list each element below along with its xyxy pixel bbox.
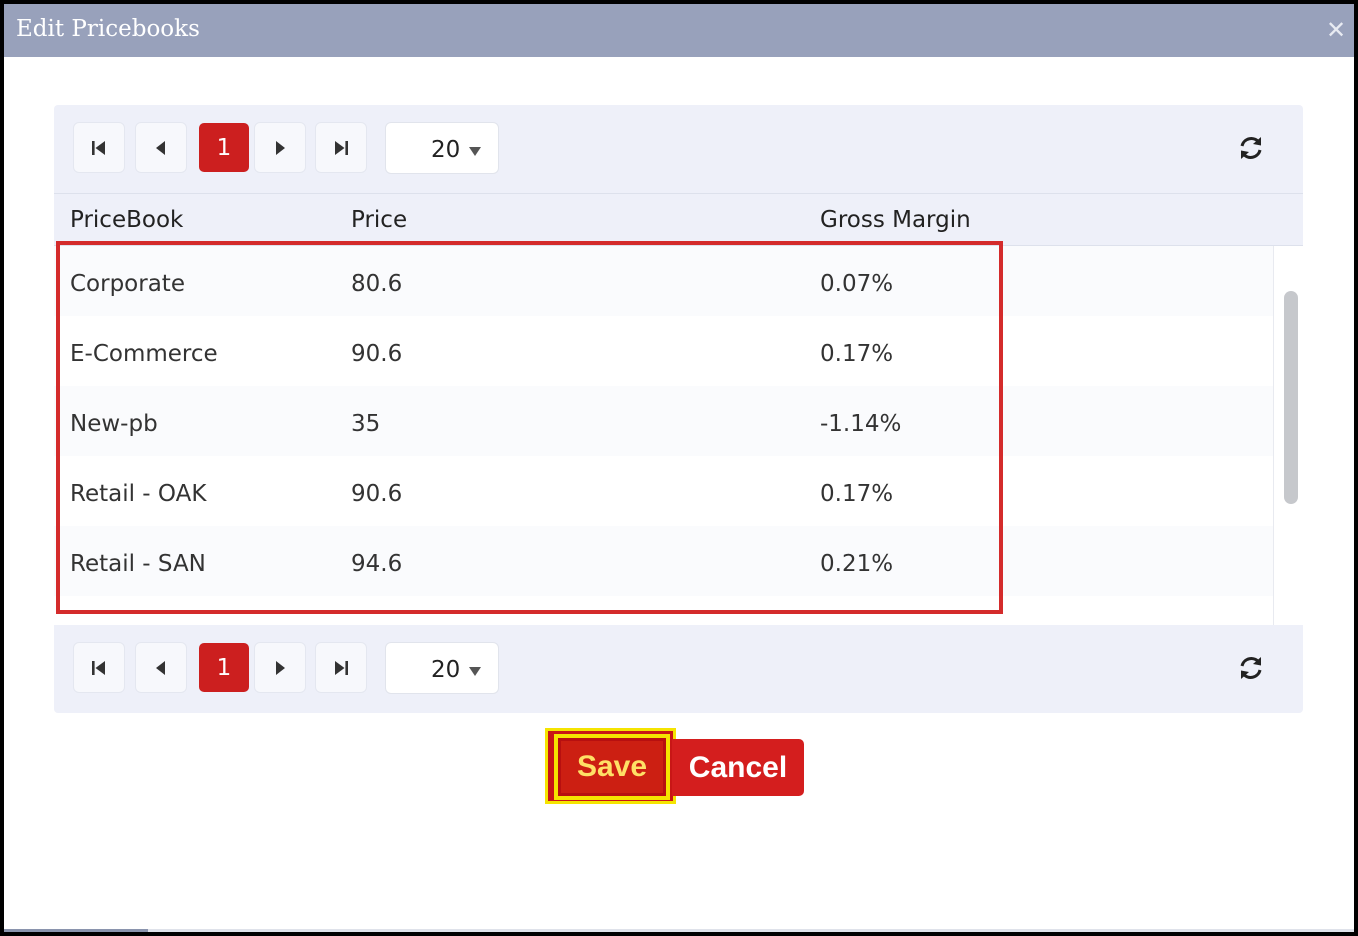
cell-gross-margin: 0.21% [820, 551, 894, 577]
table-row[interactable]: New-pb 35 -1.14% [54, 386, 1273, 456]
table-row[interactable]: E-Commerce 90.6 0.17% [54, 316, 1273, 386]
pager-bottom: 1 20 [54, 625, 1303, 713]
last-page-button[interactable] [316, 123, 366, 172]
cell-price: 35 [351, 411, 381, 437]
current-page-button[interactable]: 1 [199, 123, 249, 172]
dialog-title: Edit Pricebooks [16, 16, 200, 42]
bottom-strip [4, 929, 1354, 932]
cell-price: 90.6 [351, 481, 403, 507]
edit-pricebooks-dialog: Edit Pricebooks ✕ 1 20 PriceBook Price G… [0, 0, 1358, 936]
last-page-icon [335, 660, 348, 675]
refresh-button[interactable] [1236, 653, 1266, 683]
next-page-button[interactable] [255, 643, 305, 692]
next-page-button[interactable] [255, 123, 305, 172]
prev-page-button[interactable] [136, 123, 186, 172]
table-row[interactable]: Retail - OAK 90.6 0.17% [54, 456, 1273, 526]
pricebook-grid: 1 20 PriceBook Price Gross Margin Corpor… [54, 105, 1303, 713]
column-header-price[interactable]: Price [351, 207, 407, 233]
column-header-gross-margin[interactable]: Gross Margin [820, 207, 971, 233]
next-page-icon [276, 660, 285, 675]
cell-gross-margin: 0.17% [820, 341, 894, 367]
page-size-value: 20 [431, 137, 461, 163]
table-header: PriceBook Price Gross Margin [54, 193, 1303, 246]
prev-page-icon [156, 660, 165, 675]
cell-price: 80.6 [351, 271, 403, 297]
first-page-button[interactable] [74, 123, 124, 172]
table-row[interactable]: Retail - SAN 94.6 0.21% [54, 526, 1273, 596]
last-page-icon [335, 140, 348, 155]
cancel-button[interactable]: Cancel [672, 739, 804, 796]
cell-gross-margin: 0.17% [820, 481, 894, 507]
cell-gross-margin: -1.14% [820, 411, 902, 437]
last-page-button[interactable] [316, 643, 366, 692]
close-icon[interactable]: ✕ [1324, 17, 1348, 43]
page-size-select[interactable]: 20 [386, 643, 498, 693]
current-page-button[interactable]: 1 [199, 643, 249, 692]
prev-page-button[interactable] [136, 643, 186, 692]
refresh-icon [1240, 137, 1262, 159]
vertical-scrollbar[interactable] [1273, 246, 1303, 625]
cell-price: 94.6 [351, 551, 403, 577]
cell-pricebook: E-Commerce [70, 341, 218, 367]
chevron-down-icon [469, 667, 481, 676]
refresh-button[interactable] [1236, 133, 1266, 163]
page-size-select[interactable]: 20 [386, 123, 498, 173]
first-page-icon [92, 140, 105, 155]
chevron-down-icon [469, 147, 481, 156]
table-row[interactable]: Corporate 80.6 0.07% [54, 246, 1273, 316]
table-body: Corporate 80.6 0.07% E-Commerce 90.6 0.1… [54, 246, 1303, 625]
cell-price: 90.6 [351, 341, 403, 367]
first-page-button[interactable] [74, 643, 124, 692]
first-page-icon [92, 660, 105, 675]
cell-gross-margin: 0.07% [820, 271, 894, 297]
cell-pricebook: New-pb [70, 411, 158, 437]
next-page-icon [276, 140, 285, 155]
cell-pricebook: Retail - SAN [70, 551, 206, 577]
refresh-icon [1240, 657, 1262, 679]
pager-top: 1 20 [54, 105, 1303, 193]
dialog-titlebar: Edit Pricebooks ✕ [4, 4, 1354, 57]
prev-page-icon [156, 140, 165, 155]
save-button[interactable]: Save [554, 734, 670, 800]
column-header-pricebook[interactable]: PriceBook [70, 207, 183, 233]
scrollbar-thumb[interactable] [1284, 291, 1298, 504]
cell-pricebook: Corporate [70, 271, 185, 297]
bottom-strip-segment [4, 929, 148, 932]
cell-pricebook: Retail - OAK [70, 481, 207, 507]
page-size-value: 20 [431, 657, 461, 683]
